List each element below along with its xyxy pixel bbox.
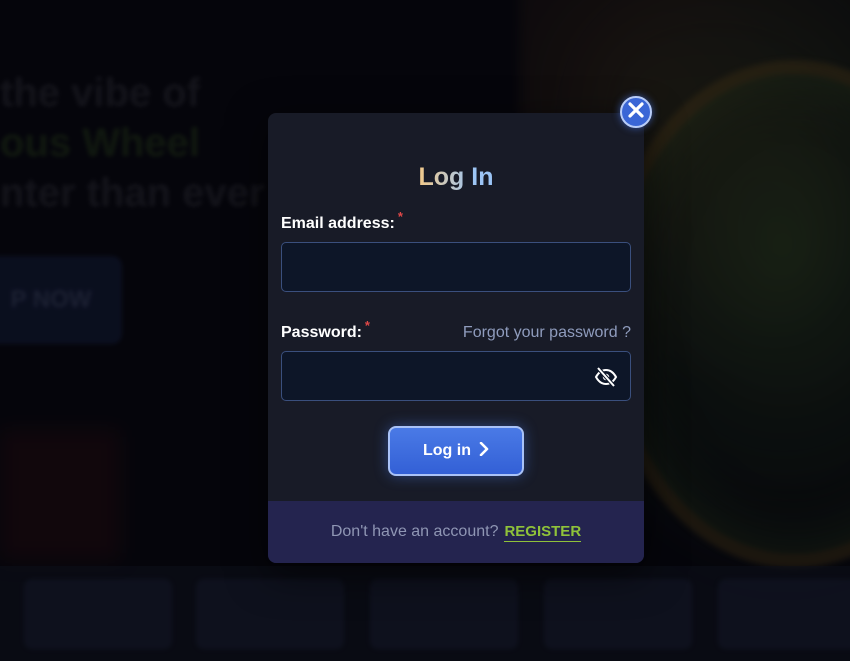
login-button[interactable]: Log in (388, 426, 524, 476)
register-link[interactable]: REGISTER (504, 523, 582, 542)
email-label: Email address: * (281, 209, 403, 233)
login-button-label: Log in (423, 442, 471, 459)
close-icon (628, 101, 644, 123)
password-field[interactable] (282, 352, 630, 400)
modal-title: Log In (268, 163, 644, 192)
password-label: Password: * (281, 318, 370, 342)
password-label-text: Password: (281, 324, 362, 341)
register-footer: Don't have an account? REGISTER (268, 501, 644, 563)
forgot-password-link[interactable]: Forgot your password ? (463, 324, 631, 342)
email-field[interactable] (282, 243, 630, 291)
email-field-wrapper (281, 242, 631, 292)
login-modal: Log In Email address: * Password: * Forgot… (268, 113, 644, 563)
required-mark: * (364, 318, 370, 333)
email-label-text: Email address: (281, 215, 395, 232)
register-prompt: Don't have an account? (330, 523, 499, 540)
chevron-right-icon (479, 441, 489, 461)
eye-off-icon[interactable] (594, 365, 618, 389)
required-mark: * (397, 209, 403, 224)
close-button[interactable] (620, 96, 652, 128)
password-field-wrapper (281, 351, 631, 401)
